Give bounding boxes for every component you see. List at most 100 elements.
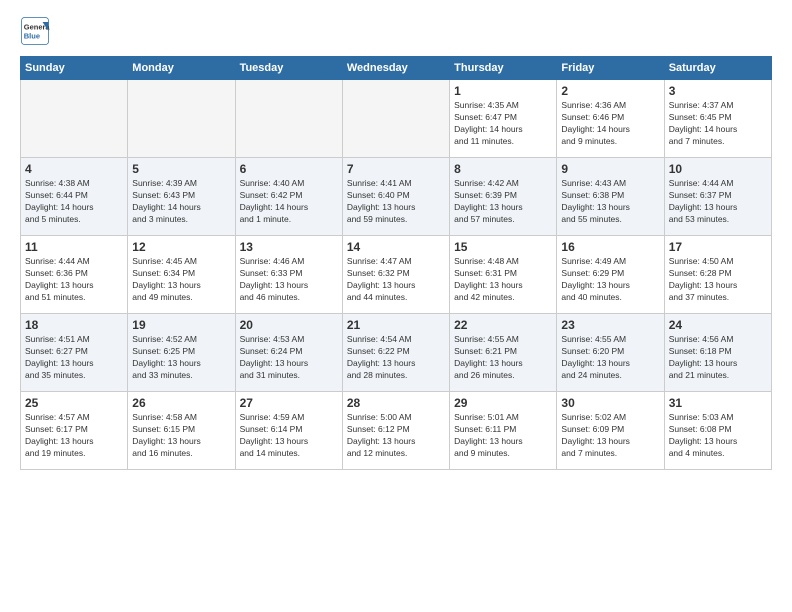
calendar-cell: 2 Sunrise: 4:36 AM Sunset: 6:46 PM Daylig… [557,80,664,158]
week-row-3: 11 Sunrise: 4:44 AM Sunset: 6:36 PM Dayli… [21,236,772,314]
calendar-cell: 10 Sunrise: 4:44 AM Sunset: 6:37 PM Dayli… [664,158,771,236]
day-detail: Sunrise: 4:40 AM Sunset: 6:42 PM Dayligh… [240,178,338,226]
week-row-1: 1 Sunrise: 4:35 AM Sunset: 6:47 PM Daylig… [21,80,772,158]
day-detail: Sunrise: 5:01 AM Sunset: 6:11 PM Dayligh… [454,412,552,460]
day-number: 19 [132,318,230,332]
day-detail: Sunrise: 5:03 AM Sunset: 6:08 PM Dayligh… [669,412,767,460]
day-number: 7 [347,162,445,176]
day-number: 4 [25,162,123,176]
day-detail: Sunrise: 4:37 AM Sunset: 6:45 PM Dayligh… [669,100,767,148]
calendar-cell: 11 Sunrise: 4:44 AM Sunset: 6:36 PM Dayli… [21,236,128,314]
week-row-4: 18 Sunrise: 4:51 AM Sunset: 6:27 PM Dayli… [21,314,772,392]
day-number: 10 [669,162,767,176]
calendar-cell: 7 Sunrise: 4:41 AM Sunset: 6:40 PM Daylig… [342,158,449,236]
day-number: 9 [561,162,659,176]
day-detail: Sunrise: 4:49 AM Sunset: 6:29 PM Dayligh… [561,256,659,304]
calendar-cell: 9 Sunrise: 4:43 AM Sunset: 6:38 PM Daylig… [557,158,664,236]
day-detail: Sunrise: 4:58 AM Sunset: 6:15 PM Dayligh… [132,412,230,460]
day-number: 26 [132,396,230,410]
day-number: 3 [669,84,767,98]
calendar-cell: 17Sunrise: 4:50 AM Sunset: 6:28 PM Dayli… [664,236,771,314]
day-detail: Sunrise: 4:39 AM Sunset: 6:43 PM Dayligh… [132,178,230,226]
page-header: General Blue [20,16,772,46]
calendar-cell: 24Sunrise: 4:56 AM Sunset: 6:18 PM Dayli… [664,314,771,392]
calendar-cell: 18 Sunrise: 4:51 AM Sunset: 6:27 PM Dayli… [21,314,128,392]
day-number: 23 [561,318,659,332]
calendar-cell: 12Sunrise: 4:45 AM Sunset: 6:34 PM Dayli… [128,236,235,314]
weekday-header-saturday: Saturday [664,57,771,80]
day-number: 21 [347,318,445,332]
calendar-cell: 25 Sunrise: 4:57 AM Sunset: 6:17 PM Dayli… [21,392,128,470]
day-detail: Sunrise: 4:46 AM Sunset: 6:33 PM Dayligh… [240,256,338,304]
week-row-2: 4 Sunrise: 4:38 AM Sunset: 6:44 PM Daylig… [21,158,772,236]
day-detail: Sunrise: 4:45 AM Sunset: 6:34 PM Dayligh… [132,256,230,304]
day-detail: Sunrise: 4:35 AM Sunset: 6:47 PM Dayligh… [454,100,552,148]
day-detail: Sunrise: 4:54 AM Sunset: 6:22 PM Dayligh… [347,334,445,382]
calendar-cell: 27Sunrise: 4:59 AM Sunset: 6:14 PM Dayli… [235,392,342,470]
calendar-cell: 26 Sunrise: 4:58 AM Sunset: 6:15 PM Dayli… [128,392,235,470]
day-number: 18 [25,318,123,332]
calendar-cell: 14 Sunrise: 4:47 AM Sunset: 6:32 PM Dayli… [342,236,449,314]
day-detail: Sunrise: 4:44 AM Sunset: 6:36 PM Dayligh… [25,256,123,304]
day-number: 20 [240,318,338,332]
calendar-table: SundayMondayTuesdayWednesdayThursdayFrid… [20,56,772,470]
weekday-header-tuesday: Tuesday [235,57,342,80]
day-number: 6 [240,162,338,176]
calendar-cell: 3 Sunrise: 4:37 AM Sunset: 6:45 PM Daylig… [664,80,771,158]
calendar-cell: 13 Sunrise: 4:46 AM Sunset: 6:33 PM Dayli… [235,236,342,314]
day-number: 22 [454,318,552,332]
calendar-cell [342,80,449,158]
calendar-cell: 4 Sunrise: 4:38 AM Sunset: 6:44 PM Daylig… [21,158,128,236]
day-number: 24 [669,318,767,332]
logo-icon: General Blue [20,16,50,46]
day-detail: Sunrise: 4:42 AM Sunset: 6:39 PM Dayligh… [454,178,552,226]
day-detail: Sunrise: 5:02 AM Sunset: 6:09 PM Dayligh… [561,412,659,460]
weekday-header-wednesday: Wednesday [342,57,449,80]
weekday-header-row: SundayMondayTuesdayWednesdayThursdayFrid… [21,57,772,80]
day-number: 14 [347,240,445,254]
calendar-cell [128,80,235,158]
weekday-header-monday: Monday [128,57,235,80]
day-number: 8 [454,162,552,176]
calendar-cell: 6 Sunrise: 4:40 AM Sunset: 6:42 PM Daylig… [235,158,342,236]
day-detail: Sunrise: 4:47 AM Sunset: 6:32 PM Dayligh… [347,256,445,304]
weekday-header-sunday: Sunday [21,57,128,80]
day-detail: Sunrise: 4:51 AM Sunset: 6:27 PM Dayligh… [25,334,123,382]
day-detail: Sunrise: 4:48 AM Sunset: 6:31 PM Dayligh… [454,256,552,304]
day-number: 29 [454,396,552,410]
day-detail: Sunrise: 4:36 AM Sunset: 6:46 PM Dayligh… [561,100,659,148]
day-detail: Sunrise: 4:44 AM Sunset: 6:37 PM Dayligh… [669,178,767,226]
calendar-cell: 15Sunrise: 4:48 AM Sunset: 6:31 PM Dayli… [450,236,557,314]
week-row-5: 25 Sunrise: 4:57 AM Sunset: 6:17 PM Dayli… [21,392,772,470]
day-number: 5 [132,162,230,176]
calendar-cell: 29 Sunrise: 5:01 AM Sunset: 6:11 PM Dayli… [450,392,557,470]
calendar-cell: 28Sunrise: 5:00 AM Sunset: 6:12 PM Dayli… [342,392,449,470]
day-number: 11 [25,240,123,254]
day-number: 1 [454,84,552,98]
day-number: 2 [561,84,659,98]
day-detail: Sunrise: 4:41 AM Sunset: 6:40 PM Dayligh… [347,178,445,226]
calendar-cell: 22Sunrise: 4:55 AM Sunset: 6:21 PM Dayli… [450,314,557,392]
day-number: 31 [669,396,767,410]
day-number: 13 [240,240,338,254]
day-detail: Sunrise: 4:57 AM Sunset: 6:17 PM Dayligh… [25,412,123,460]
day-detail: Sunrise: 4:53 AM Sunset: 6:24 PM Dayligh… [240,334,338,382]
svg-text:Blue: Blue [24,32,40,41]
calendar-cell [235,80,342,158]
calendar-cell: 8 Sunrise: 4:42 AM Sunset: 6:39 PM Daylig… [450,158,557,236]
calendar-cell: 20 Sunrise: 4:53 AM Sunset: 6:24 PM Dayli… [235,314,342,392]
day-detail: Sunrise: 4:43 AM Sunset: 6:38 PM Dayligh… [561,178,659,226]
weekday-header-friday: Friday [557,57,664,80]
calendar-cell: 21 Sunrise: 4:54 AM Sunset: 6:22 PM Dayli… [342,314,449,392]
calendar-cell: 5 Sunrise: 4:39 AM Sunset: 6:43 PM Daylig… [128,158,235,236]
logo: General Blue [20,16,50,46]
day-number: 16 [561,240,659,254]
calendar-cell: 19 Sunrise: 4:52 AM Sunset: 6:25 PM Dayli… [128,314,235,392]
day-detail: Sunrise: 4:52 AM Sunset: 6:25 PM Dayligh… [132,334,230,382]
calendar-cell: 23 Sunrise: 4:55 AM Sunset: 6:20 PM Dayli… [557,314,664,392]
day-detail: Sunrise: 4:55 AM Sunset: 6:20 PM Dayligh… [561,334,659,382]
day-detail: Sunrise: 4:38 AM Sunset: 6:44 PM Dayligh… [25,178,123,226]
calendar-cell: 16 Sunrise: 4:49 AM Sunset: 6:29 PM Dayli… [557,236,664,314]
day-detail: Sunrise: 4:50 AM Sunset: 6:28 PM Dayligh… [669,256,767,304]
day-number: 25 [25,396,123,410]
